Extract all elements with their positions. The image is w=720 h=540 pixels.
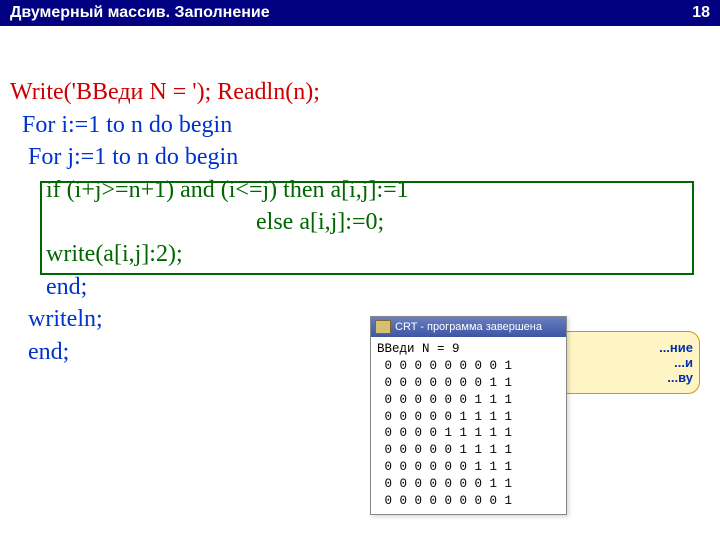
code-line-9: end; <box>10 339 69 365</box>
code-line-7: end; <box>10 274 87 300</box>
code-line-4: if (i+j>=n+1) and (i<=j) then a[i,j]:=1 <box>10 177 409 203</box>
console-prompt: ВВеди N = 9 <box>377 342 460 356</box>
code-line-3: For j:=1 to n do begin <box>10 144 238 170</box>
balloon-line-2: ...и <box>563 355 693 370</box>
console-title: CRT - программа завершена <box>395 321 542 333</box>
slide-content: Write('ВВеди N = '); Readln(n); For i:=1… <box>0 26 720 410</box>
slide-title: Двумерный массив. Заполнение <box>10 4 270 22</box>
console-matrix: 0 0 0 0 0 0 0 0 1 0 0 0 0 0 0 0 1 1 0 0 … <box>377 359 512 508</box>
console-titlebar: CRT - программа завершена <box>371 317 566 337</box>
code-line-2: For i:=1 to n do begin <box>10 112 232 138</box>
console-output: ВВеди N = 9 0 0 0 0 0 0 0 0 1 0 0 0 0 0 … <box>371 337 566 514</box>
console-window: CRT - программа завершена ВВеди N = 9 0 … <box>370 316 567 515</box>
code-line-6: write(a[i,j]:2); <box>10 241 183 267</box>
console-app-icon <box>375 320 391 334</box>
code-line-5: else a[i,j]:=0; <box>10 209 384 235</box>
slide-titlebar: Двумерный массив. Заполнение 18 <box>0 0 720 26</box>
note-balloon: ...ние ...и ...ву <box>556 331 700 394</box>
code-line-1: Write('ВВеди N = '); Readln(n); <box>10 79 320 105</box>
balloon-line-3: ...ву <box>563 370 693 385</box>
balloon-line-1: ...ние <box>563 340 693 355</box>
slide-page-number: 18 <box>692 4 710 22</box>
code-line-8: writeln; <box>10 306 103 332</box>
